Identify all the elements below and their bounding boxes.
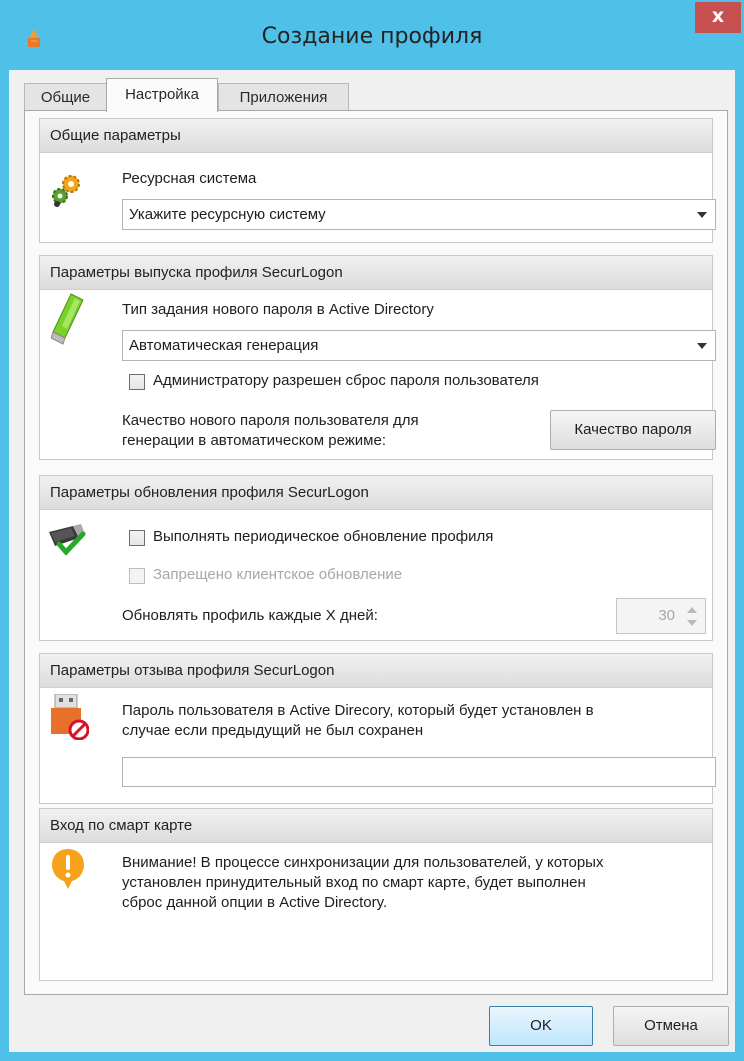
chevron-down-icon	[697, 212, 707, 218]
spin-down-icon[interactable]	[687, 620, 697, 626]
tab-general[interactable]: Общие	[24, 83, 107, 110]
password-type-label: Тип задания нового пароля в Active Direc…	[122, 301, 434, 318]
periodic-update-checkbox[interactable]	[129, 530, 145, 546]
revoke-params-header: Параметры отзыва профиля SecurLogon	[40, 654, 712, 688]
password-quality-button[interactable]: Качество пароля	[550, 410, 716, 450]
cancel-button[interactable]: Отмена	[613, 1006, 729, 1046]
client-update-checkbox[interactable]	[129, 568, 145, 584]
resource-system-combo[interactable]: Укажите ресурсную систему	[122, 199, 716, 230]
revoke-password-input[interactable]	[122, 757, 716, 787]
window-title: Создание профиля	[261, 24, 483, 49]
revoke-description-line1: Пароль пользователя в Active Direcory, к…	[122, 702, 594, 719]
general-params-group: Общие параметры Ресурсная система Укажит…	[39, 118, 716, 243]
client-update-label: Запрещено клиентское обновление	[153, 566, 403, 583]
admin-reset-label: Администратору разрешен сброс пароля пол…	[153, 372, 539, 389]
issue-params-header: Параметры выпуска профиля SecurLogon	[40, 256, 712, 290]
issue-params-group: Параметры выпуска профиля SecurLogon Тип…	[39, 255, 716, 460]
update-params-header: Параметры обновления профиля SecurLogon	[40, 476, 712, 510]
spin-up-icon[interactable]	[687, 607, 697, 613]
update-days-spinner[interactable]: 30	[616, 598, 706, 634]
title-bar[interactable]: Создание профиля x	[0, 0, 744, 76]
gears-icon	[52, 175, 80, 207]
revoke-params-group: Параметры отзыва профиля SecurLogon Паро…	[39, 653, 716, 804]
warning-icon	[52, 849, 84, 889]
admin-reset-checkbox[interactable]	[129, 374, 145, 390]
update-days-label: Обновлять профиль каждые X дней:	[122, 607, 378, 624]
token-check-icon	[49, 524, 86, 556]
smartcard-warning-text: Внимание! В процессе синхронизации для п…	[122, 853, 603, 913]
settings-tab-panel: Общие параметры Ресурсная система Укажит…	[24, 110, 728, 995]
token-revoke-icon	[51, 694, 89, 740]
password-quality-line1: Качество нового пароля пользователя для	[122, 412, 419, 429]
smartcard-warning-line2: установлен принудительный вход по смарт …	[122, 874, 586, 891]
ok-button[interactable]: OK	[489, 1006, 593, 1046]
smartcard-warning-line3: сброс данной опции в Active Directory.	[122, 894, 388, 911]
resource-system-value: Укажите ресурсную систему	[129, 206, 326, 223]
update-days-value: 30	[658, 607, 675, 624]
dialog-window: Создание профиля x Общие Настройка Прило…	[0, 0, 744, 1061]
tab-settings[interactable]: Настройка	[106, 78, 218, 112]
update-params-group: Параметры обновления профиля SecurLogon …	[39, 475, 713, 641]
periodic-update-label: Выполнять периодическое обновление профи…	[153, 528, 494, 545]
password-type-value: Автоматическая генерация	[129, 337, 319, 354]
tab-applications[interactable]: Приложения	[218, 83, 349, 110]
password-quality-line2: генерации в автоматическом режиме:	[122, 432, 387, 449]
smartcard-group: Вход по смарт карте Внимание! В процессе…	[39, 808, 713, 981]
password-type-combo[interactable]: Автоматическая генерация	[122, 330, 716, 361]
password-quality-text: Качество нового пароля пользователя для …	[122, 411, 419, 451]
revoke-description-line2: случае если предыдущий не был сохранен	[122, 722, 424, 739]
chevron-down-icon	[697, 343, 707, 349]
close-button[interactable]: x	[695, 2, 741, 33]
smartcard-warning-line1: Внимание! В процессе синхронизации для п…	[122, 854, 604, 871]
usb-token-icon	[51, 293, 84, 345]
general-params-header: Общие параметры	[40, 119, 712, 153]
revoke-description: Пароль пользователя в Active Direcory, к…	[122, 701, 594, 741]
resource-system-label: Ресурсная система	[122, 170, 257, 187]
smartcard-header: Вход по смарт карте	[40, 809, 712, 843]
